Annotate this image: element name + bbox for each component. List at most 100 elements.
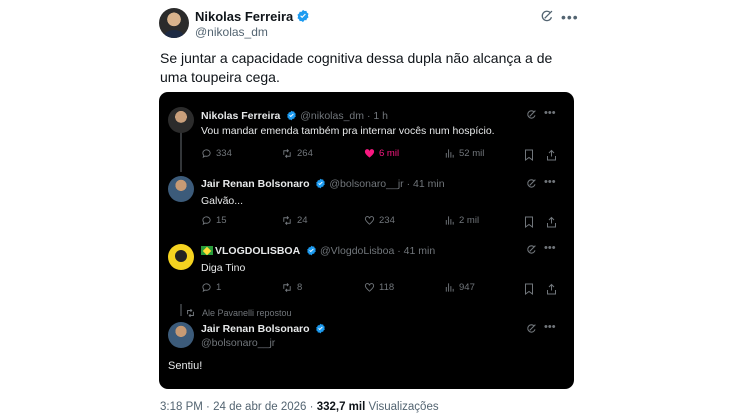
views-icon: [445, 283, 454, 292]
tweet-header: VLOGDOLISBOA @VlogdoLisboa · 41 min: [201, 245, 435, 257]
dot-separator: ·: [206, 401, 210, 413]
views-icon: [445, 216, 454, 225]
like-count: 234: [364, 215, 395, 226]
tweet-text: Vou mandar emenda também pra internar vo…: [201, 125, 495, 137]
grok-icon: [527, 179, 536, 188]
tweet-age: 41 min: [413, 178, 445, 190]
verified-badge-icon: [287, 110, 297, 121]
repost-icon: [283, 216, 291, 225]
view-count-text: 52 mil: [459, 148, 485, 159]
author-name[interactable]: Nikolas Ferreira: [195, 9, 310, 24]
grok-icon[interactable]: [540, 9, 554, 23]
post-time[interactable]: 3:18 PM: [160, 401, 203, 413]
view-count-text: 947: [459, 282, 475, 293]
repost-count: 24: [281, 215, 308, 226]
dot-separator: ·: [366, 110, 371, 122]
tweet-author-name: Nikolas Ferreira: [201, 110, 281, 122]
post: Nikolas Ferreira @nikolas_dm ••• Se junt…: [0, 0, 750, 420]
repost-note-text: Ale Pavanelli repostou: [202, 308, 292, 318]
reply-icon: [202, 149, 211, 159]
verified-badge-icon: [307, 245, 316, 256]
heart-icon: [364, 283, 375, 292]
post-text: Se juntar a capacidade cognitiva dessa d…: [160, 50, 553, 85]
brazil-flag-icon: [201, 246, 213, 255]
repost-icon: [283, 149, 291, 158]
view-count-text: 2 mil: [459, 215, 480, 226]
avatar[interactable]: [159, 8, 189, 38]
tweet-header: Jair Renan Bolsonaro @bolsonaro__jr · 41…: [201, 178, 445, 190]
tweet-author-handle: @VlogdoLisboa: [320, 245, 395, 257]
dot-separator: ·: [406, 178, 411, 190]
tweet-text: Galvão...: [201, 195, 244, 207]
author-name-text: Nikolas Ferreira: [195, 9, 294, 24]
like-count-text: 118: [379, 282, 395, 293]
reply-count: 1: [201, 282, 221, 293]
view-count: 332,7 mil: [316, 401, 366, 413]
repost-icon: [187, 308, 194, 318]
avatar: [168, 322, 194, 348]
repost-note: Ale Pavanelli repostou: [185, 308, 292, 318]
tweet-actions: 1 8 118 947: [201, 282, 561, 296]
post-date[interactable]: 24 de abr de 2026: [213, 401, 306, 413]
bookmark-icon: [525, 149, 533, 161]
author-handle[interactable]: @nikolas_dm: [195, 25, 268, 39]
reply-count: 334: [201, 148, 232, 159]
view-count: 947: [444, 282, 475, 293]
more-icon: •••: [544, 107, 556, 119]
share-icon: [547, 149, 556, 161]
heart-icon: [364, 149, 375, 158]
views-icon: [445, 149, 454, 158]
reply-count: 15: [201, 215, 227, 226]
reply-icon: [202, 283, 211, 293]
avatar: [168, 244, 194, 270]
tweet-age: 1 h: [373, 110, 388, 122]
repost-count: 264: [281, 148, 313, 159]
grok-icon: [527, 245, 536, 254]
grok-icon: [527, 110, 536, 119]
verified-badge-icon: [297, 9, 309, 23]
repost-count: 8: [281, 282, 302, 293]
thread-line: [180, 132, 182, 172]
tweet-author-handle: @bolsonaro__jr: [329, 178, 404, 190]
reply-count-text: 1: [216, 282, 222, 293]
tweet-header: Jair Renan Bolsonaro: [201, 323, 326, 335]
tweet-text: Diga Tino: [201, 262, 246, 274]
like-count-text: 6 mil: [379, 148, 400, 159]
share-icon: [547, 283, 556, 295]
dot-separator: ·: [309, 401, 314, 413]
repost-count-text: 8: [297, 282, 303, 293]
tweet-age: 41 min: [403, 245, 436, 257]
tweet-header: Nikolas Ferreira @nikolas_dm · 1 h: [201, 110, 388, 122]
repost-count-text: 264: [297, 148, 313, 159]
tweet-author-handle: @bolsonaro__jr: [201, 337, 276, 349]
repost-icon: [283, 283, 291, 292]
bookmark-icon: [525, 216, 533, 228]
tweet-text: Sentiu!: [168, 360, 203, 372]
post-footer: 3:18 PM · 24 de abr de 2026 · 332,7 mil …: [160, 401, 439, 413]
more-icon[interactable]: •••: [561, 9, 579, 25]
like-count: 118: [364, 282, 394, 293]
more-icon: •••: [544, 176, 556, 188]
repost-count-text: 24: [297, 215, 308, 226]
reply-count-text: 334: [216, 148, 232, 159]
reply-icon: [202, 216, 211, 226]
heart-icon: [364, 216, 375, 225]
reply-count-text: 15: [216, 215, 227, 226]
tweet-actions: 15 24 234 2 mil: [201, 215, 561, 229]
tweet-author-name: VLOGDOLISBOA: [215, 245, 301, 257]
views-label: Visualizações: [368, 401, 439, 413]
like-count-text: 234: [379, 215, 395, 226]
bookmark-icon: [525, 283, 533, 295]
view-count: 2 mil: [444, 215, 479, 226]
tweet-author-handle: @nikolas_dm: [300, 110, 365, 122]
avatar: [168, 107, 194, 133]
like-count: 6 mil: [364, 148, 399, 159]
tweet-author-name: Jair Renan Bolsonaro: [201, 323, 310, 335]
more-icon: •••: [544, 242, 556, 254]
view-count: 52 mil: [444, 148, 484, 159]
more-icon: •••: [544, 321, 556, 333]
tweet-author-name: Jair Renan Bolsonaro: [201, 178, 310, 190]
verified-badge-icon: [316, 178, 326, 189]
embedded-image[interactable]: Nikolas Ferreira @nikolas_dm · 1 h Vou m…: [159, 92, 574, 389]
tweet-actions: 334 264 6 mil 52 mil: [201, 148, 561, 162]
